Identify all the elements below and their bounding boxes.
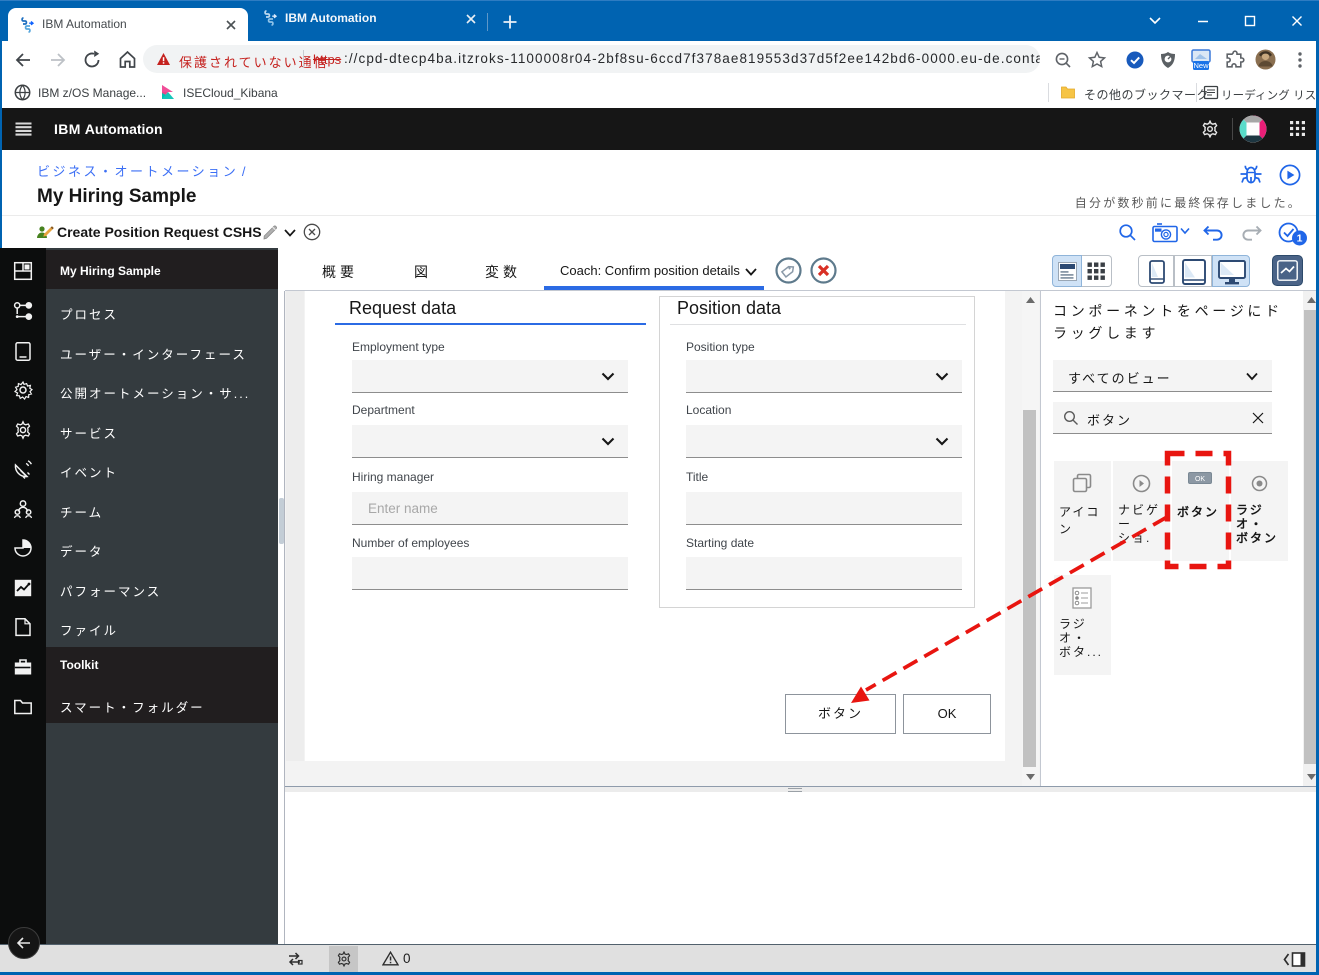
svg-text:1: 1 <box>1297 233 1303 245</box>
svg-text:New: New <box>1193 61 1209 70</box>
svg-text:OK: OK <box>1195 476 1205 483</box>
